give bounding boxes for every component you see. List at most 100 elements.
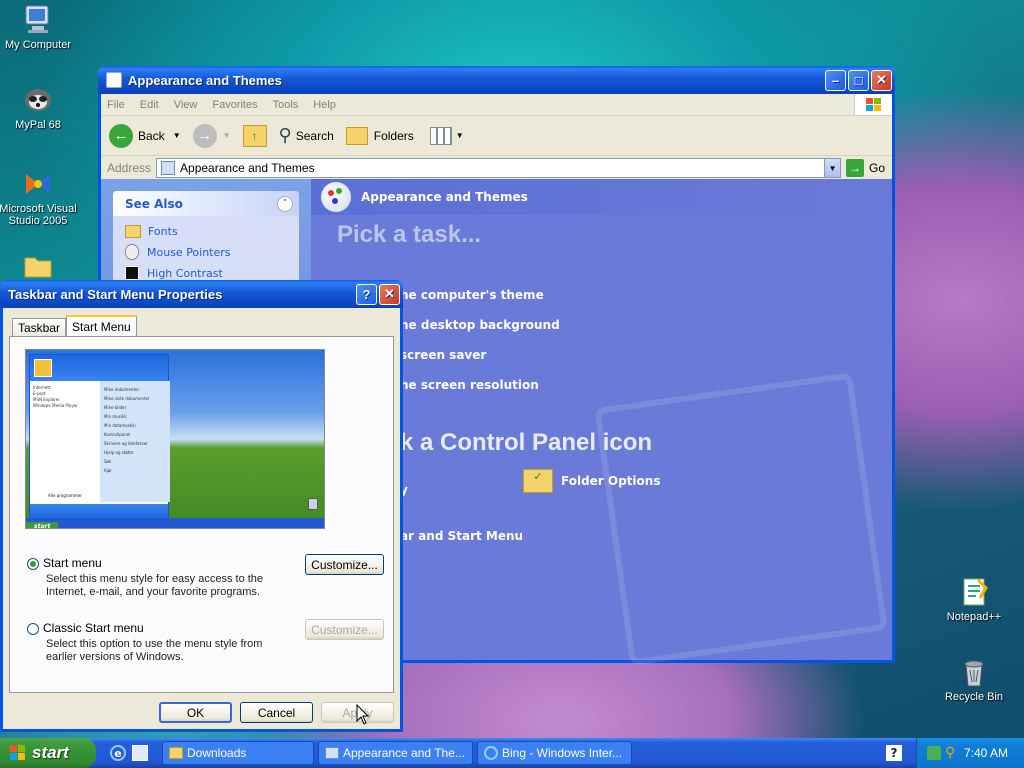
up-folder-button[interactable]: ↑ <box>242 124 267 147</box>
dialog-titlebar[interactable]: Taskbar and Start Menu Properties ? ✕ <box>0 280 403 308</box>
preview-all-programs: Alle programmer <box>48 493 82 498</box>
back-arrow-icon: ← <box>109 123 133 148</box>
start-menu-preview: Internett E-post MSN Explorer Windows Me… <box>25 349 325 529</box>
forward-button[interactable]: → ▼ <box>192 123 231 148</box>
window-icon <box>106 72 122 88</box>
desktop-icon-recycle-bin[interactable]: Recycle Bin <box>929 656 1019 703</box>
network-tray-icon[interactable] <box>927 746 941 760</box>
desktop-icon-label: Microsoft Visual Studio 2005 <box>0 203 77 227</box>
menu-edit[interactable]: Edit <box>140 99 159 111</box>
menu-favorites[interactable]: Favorites <box>212 99 257 111</box>
appearance-themes-icon <box>321 182 351 212</box>
fonts-folder-icon <box>125 225 141 238</box>
desktop-icon-mypal[interactable]: MyPal 68 <box>0 84 83 131</box>
task-change-background[interactable]: he desktop background <box>400 318 560 332</box>
desktop-icon-notepadpp[interactable]: Notepad++ <box>929 576 1019 623</box>
tab-start-menu[interactable]: Start Menu <box>66 315 137 336</box>
taskbar-item-appearance-themes[interactable]: Appearance and The... <box>318 741 473 765</box>
help-tray-icon[interactable]: ? <box>886 745 902 761</box>
classic-start-menu-radio[interactable] <box>27 623 39 635</box>
task-change-theme[interactable]: he computer's theme <box>400 288 544 302</box>
search-tray-icon[interactable]: ⚲ <box>945 744 955 761</box>
recycle-bin-icon <box>958 656 990 688</box>
toolbar: ← Back ▼ → ▼ ↑ ⚲ Search Folders ▼ <box>101 116 892 156</box>
menu-file[interactable]: File <box>107 99 125 111</box>
forward-arrow-icon: → <box>192 123 217 148</box>
see-also-item-fonts[interactable]: Fonts <box>113 216 299 238</box>
back-label: Back <box>138 128 165 143</box>
tab-strip: Taskbar Start Menu <box>12 315 137 336</box>
notepadpp-icon <box>958 576 990 608</box>
preview-item: Min datamaskin <box>104 423 136 428</box>
start-menu-option-label[interactable]: Start menu <box>43 556 102 570</box>
task-screen-saver[interactable]: screen saver <box>400 348 486 362</box>
help-button[interactable]: ? <box>356 283 377 305</box>
desktop-icon-label: Notepad++ <box>946 611 1002 623</box>
taskbar-item-bing[interactable]: Bing - Windows Inter... <box>477 741 632 765</box>
customize-button[interactable]: Customize... <box>305 554 384 575</box>
maximize-button[interactable]: □ <box>848 69 869 91</box>
back-button[interactable]: ← Back ▼ <box>109 123 181 148</box>
desktop-icon-label: MyPal 68 <box>15 119 61 131</box>
see-also-item-mouse-pointers[interactable]: Mouse Pointers <box>113 238 299 260</box>
visual-studio-icon <box>22 168 54 200</box>
high-contrast-icon <box>125 266 139 280</box>
folders-button[interactable]: Folders <box>345 126 414 145</box>
see-also-item-high-contrast[interactable]: High Contrast <box>113 260 299 280</box>
see-also-label: High Contrast <box>147 266 223 280</box>
see-also-header[interactable]: See Also ˄ <box>113 191 299 216</box>
ok-button[interactable]: OK <box>159 702 232 723</box>
collapse-chevron-icon[interactable]: ˄ <box>277 195 293 212</box>
go-label: Go <box>869 161 886 175</box>
see-also-label: Fonts <box>148 225 178 238</box>
start-menu-radio[interactable] <box>27 558 39 570</box>
clock[interactable]: 7:40 AM <box>964 746 1008 760</box>
address-input[interactable]: Appearance and Themes ▼ <box>156 158 842 178</box>
views-icon <box>429 126 452 145</box>
system-tray: ⚲ 7:40 AM <box>916 738 1024 768</box>
window-titlebar[interactable]: Appearance and Themes – □ ✕ <box>98 66 895 94</box>
address-dropdown-icon[interactable]: ▼ <box>824 159 841 177</box>
ie-quicklaunch-icon[interactable]: e <box>110 745 126 761</box>
see-also-label: Mouse Pointers <box>147 245 231 259</box>
cp-icon-taskbar-start-menu[interactable]: ar and Start Menu <box>400 529 523 543</box>
folders-icon <box>345 126 368 145</box>
views-button[interactable]: ▼ <box>429 126 464 145</box>
search-label: Search <box>295 128 334 143</box>
taskbar-item-downloads[interactable]: Downloads <box>162 741 314 765</box>
show-desktop-quicklaunch-icon[interactable] <box>132 745 148 761</box>
preview-recycle-bin-icon <box>308 498 318 510</box>
menu-tools[interactable]: Tools <box>273 99 299 111</box>
folder-icon <box>22 250 54 282</box>
classic-option-label[interactable]: Classic Start menu <box>43 621 144 635</box>
dropdown-arrow-icon: ▼ <box>222 131 231 140</box>
classic-option-desc: Select this option to use the menu style… <box>46 638 263 663</box>
menu-help[interactable]: Help <box>313 99 336 111</box>
menu-view[interactable]: View <box>174 99 198 111</box>
minimize-button[interactable]: – <box>825 69 846 91</box>
dropdown-arrow-icon[interactable]: ▼ <box>173 131 181 140</box>
close-button[interactable]: ✕ <box>871 69 892 91</box>
preview-right-items: Mine dokumenter Mine siste dokumenter Mi… <box>104 385 168 475</box>
windows-logo-icon <box>854 94 892 115</box>
dialog-close-button[interactable]: ✕ <box>379 283 400 305</box>
task-screen-resolution[interactable]: he screen resolution <box>400 378 539 392</box>
start-button[interactable]: start <box>0 738 96 768</box>
cancel-button[interactable]: Cancel <box>240 702 313 723</box>
search-button[interactable]: ⚲ Search <box>279 125 334 146</box>
desktop-icon-visual-studio[interactable]: Microsoft Visual Studio 2005 <box>0 168 83 227</box>
window-title: Appearance and Themes <box>128 72 282 88</box>
search-icon: ⚲ <box>278 125 292 145</box>
preview-menu-header <box>30 355 168 381</box>
go-button[interactable]: → Go <box>846 159 885 177</box>
preview-item: Søk <box>104 459 112 464</box>
desktop-icon-label: My Computer <box>4 39 72 51</box>
preview-item: Min musikk <box>104 414 127 419</box>
pick-icon-heading: k a Control Panel icon <box>400 429 653 456</box>
classic-customize-button: Customize... <box>305 619 384 640</box>
ie-icon <box>484 746 498 760</box>
tab-taskbar[interactable]: Taskbar <box>12 318 67 336</box>
desktop-icon-my-computer[interactable]: My Computer <box>0 4 83 51</box>
cp-icon-folder-options[interactable]: ✓ Folder Options <box>523 469 660 493</box>
preview-item: Kontrollpanel <box>104 432 131 437</box>
